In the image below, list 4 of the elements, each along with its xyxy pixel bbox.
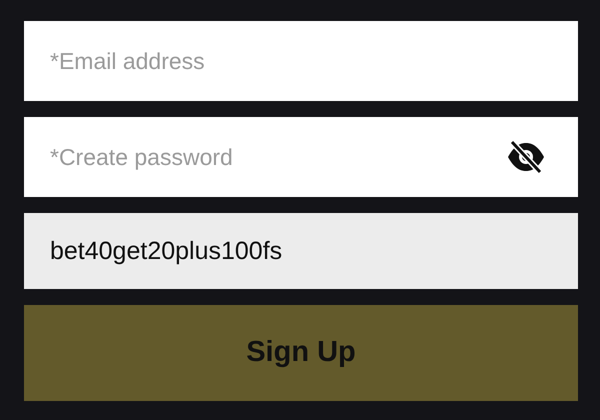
email-field[interactable]: *Email address [24, 21, 578, 101]
password-field[interactable]: *Create password [24, 117, 578, 197]
eye-slash-icon[interactable] [506, 140, 546, 174]
promo-code-field[interactable]: bet40get20plus100fs [24, 213, 578, 289]
